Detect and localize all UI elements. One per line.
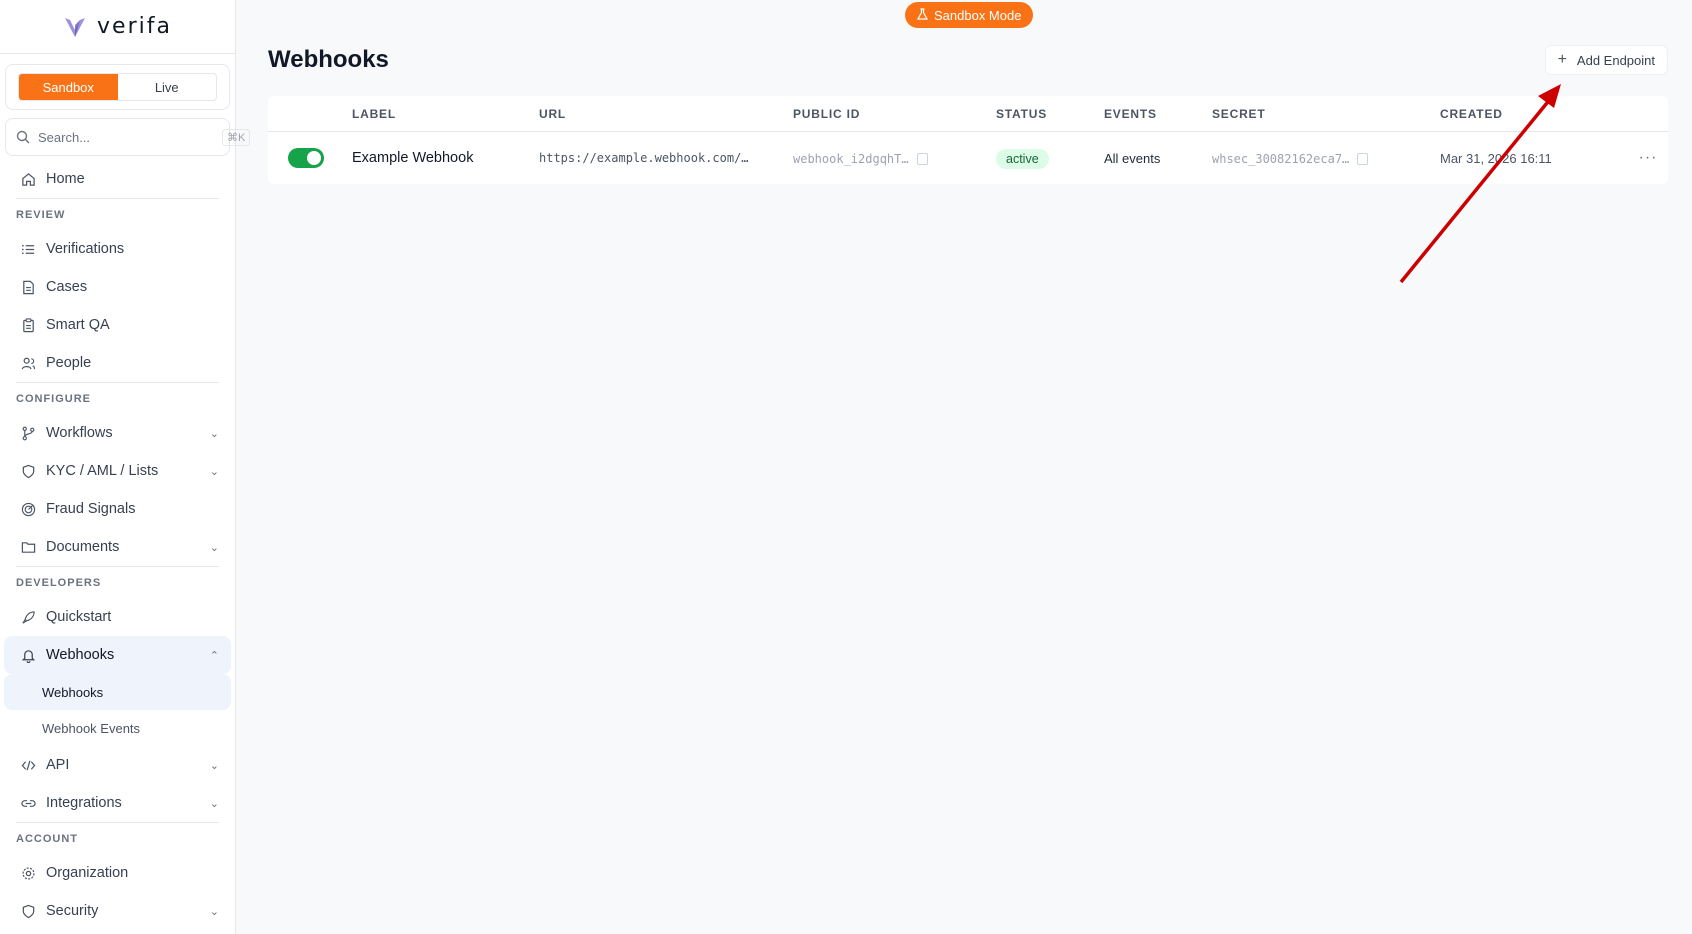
sidebar-item-label: Quickstart (46, 609, 112, 625)
search-input[interactable] (38, 129, 214, 145)
search-box: ⌘K (5, 118, 251, 156)
home-icon (20, 171, 36, 187)
sidebar-item-fraud-signals[interactable]: Fraud Signals (4, 490, 231, 528)
sidebar-item-label: Smart QA (46, 317, 110, 333)
column-header-public-id: PUBLIC ID (793, 106, 861, 121)
chevron-down-icon: ⌄ (209, 797, 219, 810)
column-header-created: CREATED (1440, 106, 1503, 121)
rocket-icon (20, 609, 36, 625)
chevron-down-icon: ⌄ (209, 905, 219, 918)
gear-icon (20, 865, 36, 881)
section-developers: DEVELOPERS (16, 566, 219, 598)
radar-icon (20, 501, 36, 517)
webhook-created: Mar 31, 2026 16:11 (1440, 150, 1552, 166)
main-content: Sandbox Mode Webhooks + Add Endpoint LAB… (236, 0, 1692, 934)
list-icon (20, 241, 36, 257)
logo[interactable]: verifa (0, 0, 235, 54)
copy-icon[interactable] (916, 153, 928, 166)
column-header-url: URL (539, 106, 567, 121)
column-header-label: LABEL (352, 106, 396, 121)
column-header-secret: SECRET (1212, 106, 1266, 121)
sidebar-item-integrations[interactable]: Integrations ⌄ (4, 784, 231, 822)
section-configure: CONFIGURE (16, 382, 219, 414)
column-header-events: EVENTS (1104, 106, 1157, 121)
environment-toggle: Sandbox Live (18, 73, 217, 101)
sidebar-item-api[interactable]: API ⌄ (4, 746, 231, 784)
table-row[interactable]: Example Webhook https://example.webhook.… (268, 132, 1668, 184)
sandbox-mode-badge: Sandbox Mode (905, 2, 1034, 28)
webhooks-table: LABEL URL PUBLIC ID STATUS EVENTS SECRET… (268, 96, 1668, 184)
verifa-logo-icon (65, 17, 86, 37)
flask-icon (916, 7, 929, 23)
sidebar-item-security[interactable]: Security ⌄ (4, 892, 231, 930)
chevron-down-icon: ⌄ (209, 427, 219, 440)
sidebar-subitem-webhook-events[interactable]: Webhook Events (4, 710, 231, 746)
sidebar-item-kyc-aml-lists[interactable]: KYC / AML / Lists ⌄ (4, 452, 231, 490)
environment-switcher: Sandbox Live (5, 64, 230, 110)
webhook-public-id: webhook_i2dgqhT… (793, 151, 909, 166)
sidebar-item-label: Home (46, 171, 85, 187)
sidebar-item-smart-qa[interactable]: Smart QA (4, 306, 231, 344)
shield-icon (20, 903, 36, 919)
search-icon (16, 129, 30, 145)
sidebar-item-documents[interactable]: Documents ⌄ (4, 528, 231, 566)
column-header-status: STATUS (996, 106, 1048, 121)
page-title: Webhooks (268, 46, 389, 73)
chevron-down-icon: ⌄ (209, 541, 219, 554)
app-name: verifa (97, 14, 172, 39)
shield-icon (20, 463, 36, 479)
sidebar-item-label: Security (46, 903, 99, 919)
enabled-toggle[interactable] (288, 148, 324, 168)
sidebar-item-people[interactable]: People (4, 344, 231, 382)
code-icon (20, 757, 36, 773)
sidebar-item-label: Fraud Signals (46, 501, 136, 517)
sidebar-item-organization[interactable]: Organization (4, 854, 231, 892)
sidebar-item-verifications[interactable]: Verifications (4, 230, 231, 268)
copy-icon[interactable] (1357, 153, 1369, 166)
sidebar-item-label: Webhooks (46, 647, 115, 663)
webhook-secret: whsec_30082162eca7… (1212, 151, 1350, 166)
sidebar-item-label: Verifications (46, 241, 125, 257)
folder-icon (20, 539, 36, 555)
plus-icon: + (1557, 51, 1567, 68)
sidebar-subitem-webhooks[interactable]: Webhooks (4, 674, 231, 710)
webhook-label: Example Webhook (352, 150, 474, 166)
section-account: ACCOUNT (16, 822, 219, 854)
sidebar-item-label: Workflows (46, 425, 113, 441)
row-actions-menu-icon[interactable]: ··· (1628, 149, 1668, 167)
sidebar-nav: Home REVIEW Verifications Cases Smart QA… (0, 160, 235, 930)
chevron-down-icon: ⌄ (209, 465, 219, 478)
sidebar-item-label: KYC / AML / Lists (46, 463, 159, 479)
document-icon (20, 279, 36, 295)
sidebar-item-label: Cases (46, 279, 88, 295)
webhook-events: All events (1104, 150, 1161, 166)
webhook-url: https://example.webhook.com/… (539, 151, 749, 165)
link-icon (20, 795, 36, 811)
sidebar-item-home[interactable]: Home (4, 160, 231, 198)
sidebar-item-label: API (46, 757, 70, 773)
sidebar-item-workflows[interactable]: Workflows ⌄ (4, 414, 231, 452)
sidebar: verifa Sandbox Live ⌘K Home REVIEW Verif… (0, 0, 251, 934)
git-branch-icon (20, 425, 36, 441)
users-icon (20, 355, 36, 371)
sidebar-item-label: People (46, 355, 92, 371)
sandbox-mode-label: Sandbox Mode (934, 7, 1022, 23)
env-live-option[interactable]: Live (118, 74, 217, 100)
status-badge: active (996, 148, 1049, 169)
chevron-up-icon: ⌃ (209, 649, 219, 662)
section-review: REVIEW (16, 198, 219, 230)
add-endpoint-button[interactable]: + Add Endpoint (1544, 45, 1668, 75)
add-endpoint-label: Add Endpoint (1576, 52, 1655, 68)
env-sandbox-option[interactable]: Sandbox (19, 74, 118, 100)
sidebar-item-webhooks[interactable]: Webhooks ⌃ (4, 636, 231, 674)
sidebar-item-quickstart[interactable]: Quickstart (4, 598, 231, 636)
sidebar-item-label: Integrations (46, 795, 122, 811)
clipboard-icon (20, 317, 36, 333)
table-header: LABEL URL PUBLIC ID STATUS EVENTS SECRET… (268, 96, 1668, 132)
sidebar-item-label: Documents (46, 539, 120, 555)
chevron-down-icon: ⌄ (209, 759, 219, 772)
sidebar-item-cases[interactable]: Cases (4, 268, 231, 306)
sidebar-item-label: Organization (46, 865, 129, 881)
bell-icon (20, 647, 36, 663)
